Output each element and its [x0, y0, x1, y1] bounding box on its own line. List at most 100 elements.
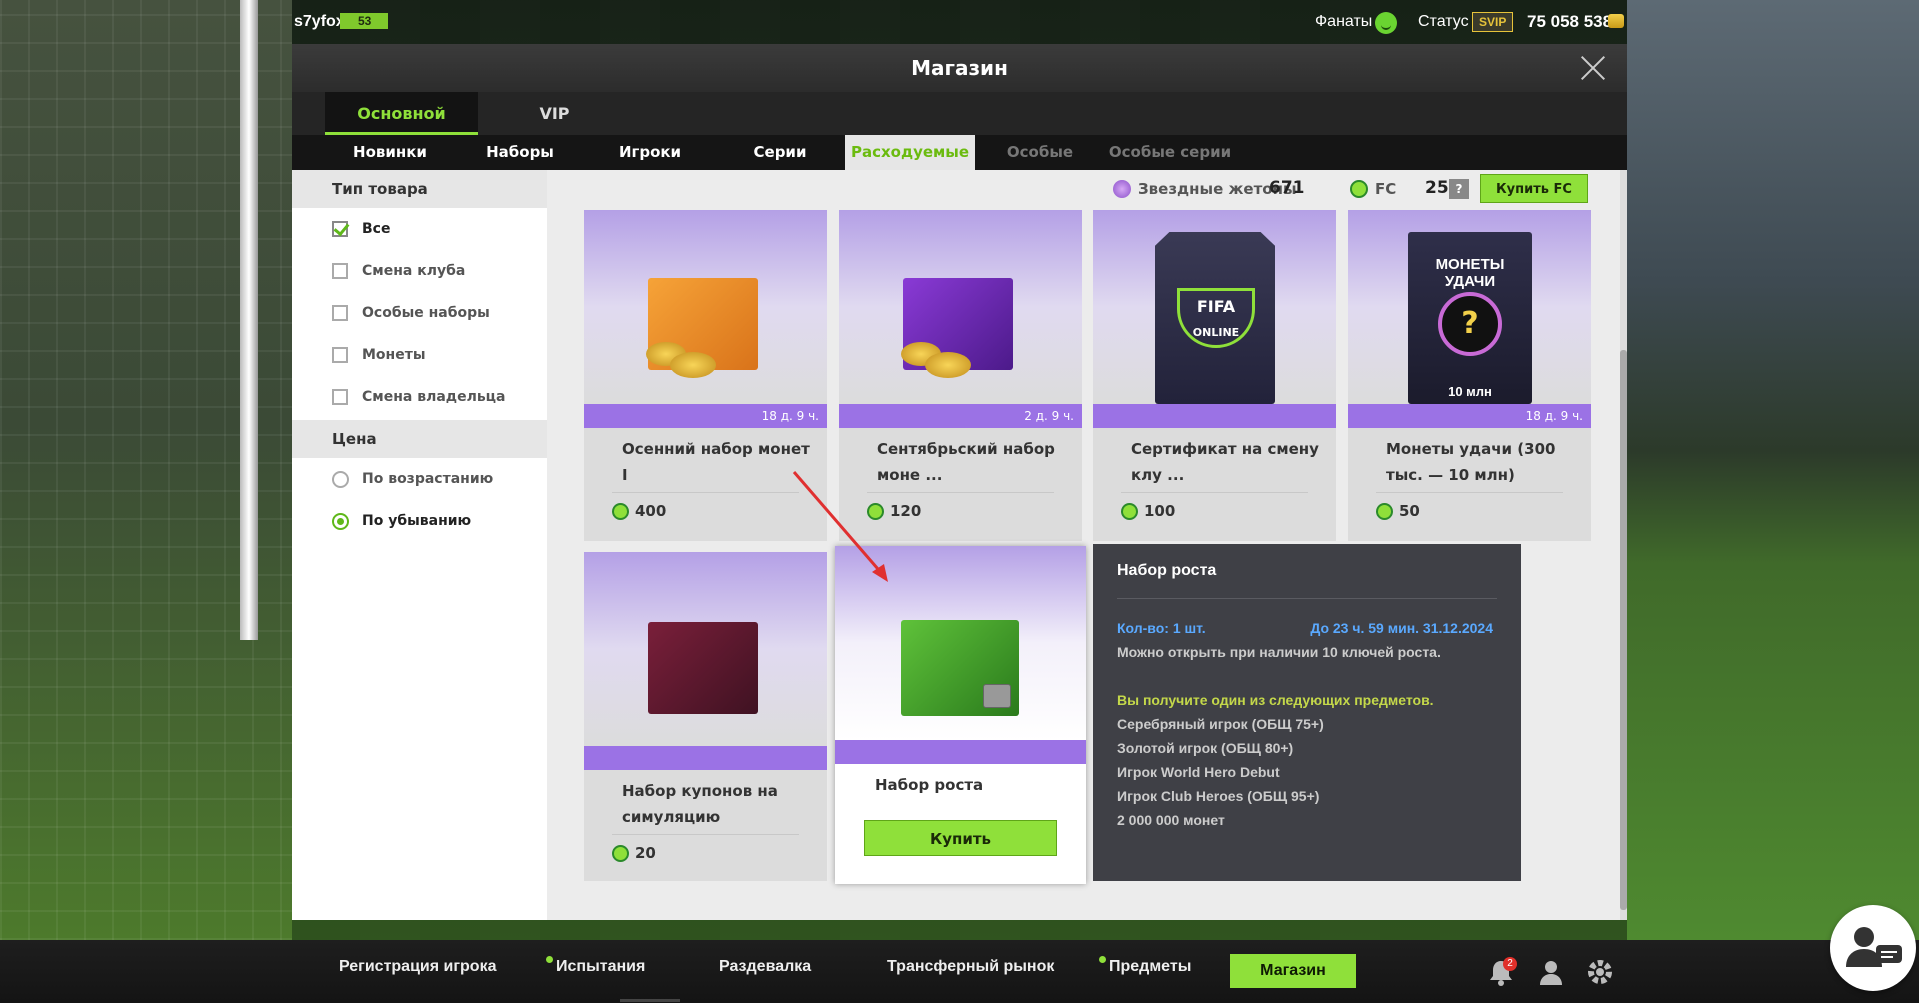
card-timer: 2 д. 9 ч.: [839, 404, 1082, 428]
tooltip-item: Игрок Club Heroes (ОБЩ 95+): [1117, 788, 1320, 804]
card-timer: [835, 740, 1086, 764]
nav-items[interactable]: Предметы: [1109, 958, 1191, 976]
support-chat-button[interactable]: [1830, 905, 1916, 991]
card-timer: [584, 746, 827, 770]
chat-support-icon: [1846, 927, 1902, 967]
filter-label: Все: [362, 221, 391, 237]
star-token-value: 671: [1269, 178, 1305, 198]
nav-transfer-market[interactable]: Трансферный рынок: [887, 958, 1054, 976]
tooltip-item: Золотой игрок (ОБЩ 80+): [1117, 740, 1294, 756]
filter-owner-change[interactable]: Смена владельца: [292, 376, 547, 418]
category-tabs: Новинки Наборы Игроки Серии Расходуемые …: [292, 135, 1627, 196]
sort-label: По убыванию: [362, 513, 472, 529]
checkbox-icon[interactable]: [332, 347, 348, 363]
tooltip-item: 2 000 000 монет: [1117, 812, 1225, 828]
sort-descending[interactable]: По убыванию: [292, 500, 547, 542]
filter-special-packs[interactable]: Особые наборы: [292, 292, 547, 334]
currency-bar: Звездные жетоны 671 FC 25 ? Купить FC: [547, 170, 1627, 208]
level-badge: 53: [340, 13, 388, 29]
pack-sublabel: 10 млн: [1448, 384, 1492, 399]
profile-icon[interactable]: [1537, 958, 1565, 986]
buy-fc-button[interactable]: Купить FC: [1480, 174, 1588, 203]
tooltip-note: Можно открыть при наличии 10 ключей рост…: [1117, 644, 1441, 660]
shop-card-luck-coins[interactable]: МОНЕТЫ УДАЧИ ? 10 млн 18 д. 9 ч. Монеты …: [1348, 210, 1591, 541]
filter-label: Особые наборы: [362, 305, 490, 321]
logo-text: FIFA: [1196, 297, 1236, 316]
question-coin-icon: ?: [1438, 292, 1502, 356]
pack-label: МОНЕТЫ УДАЧИ: [1435, 256, 1505, 290]
subtab-series[interactable]: Серии: [715, 135, 845, 170]
card-title: Сертификат на смену клу ...: [1131, 440, 1319, 484]
checkbox-icon[interactable]: [332, 263, 348, 279]
price-value: 20: [635, 844, 656, 862]
card-price: 400: [612, 502, 666, 520]
close-icon[interactable]: [1579, 54, 1607, 82]
subtab-special-items[interactable]: Особые товары: [975, 135, 1105, 196]
gear-icon[interactable]: [1586, 958, 1614, 986]
card-divider: [612, 492, 799, 493]
shop-body: Тип товара Все Смена клуба Особые наборы…: [292, 44, 1627, 920]
filter-price-heading: Цена: [292, 420, 547, 458]
radio-selected-icon[interactable]: [332, 513, 349, 530]
lock-icon: [983, 684, 1011, 708]
username: s7yfox: [294, 13, 345, 30]
filter-coins[interactable]: Монеты: [292, 334, 547, 376]
price-value: 100: [1144, 502, 1176, 520]
nav-player-registration[interactable]: Регистрация игрока: [339, 958, 496, 976]
filter-all[interactable]: Все: [292, 208, 547, 250]
nav-challenges[interactable]: Испытания: [556, 958, 645, 976]
subtab-special-series[interactable]: Особые серии: [1105, 135, 1235, 170]
card-title: Набор купонов на симуляцию: [622, 782, 778, 826]
nav-shop[interactable]: Магазин: [1230, 954, 1356, 988]
filter-label: Смена владельца: [362, 389, 506, 405]
tab-main[interactable]: Основной: [325, 92, 478, 135]
fc-icon: [1350, 180, 1368, 198]
help-button[interactable]: ?: [1449, 179, 1469, 199]
card-timer: 18 д. 9 ч.: [1348, 404, 1591, 428]
radio-icon[interactable]: [332, 471, 349, 488]
checkbox-checked-icon[interactable]: [332, 221, 348, 237]
nav-locker-room[interactable]: Раздевалка: [719, 958, 811, 976]
star-token-icon: [1113, 180, 1131, 198]
card-divider: [1376, 492, 1563, 493]
coin-stack-icon: [1608, 14, 1624, 28]
goalpost: [240, 0, 258, 640]
shop-card-sim-coupons[interactable]: Набор купонов на симуляцию 20: [584, 552, 827, 881]
card-image: FIFA ONLINE: [1093, 210, 1336, 404]
checkbox-icon[interactable]: [332, 305, 348, 321]
checkbox-icon[interactable]: [332, 389, 348, 405]
card-price: 100: [1121, 502, 1175, 520]
coins-icon: [925, 352, 971, 378]
card-timer: [1093, 404, 1336, 428]
tooltip-title: Набор роста: [1117, 562, 1217, 579]
filter-club-change[interactable]: Смена клуба: [292, 250, 547, 292]
card-price: 20: [612, 844, 656, 862]
subtab-players[interactable]: Игроки: [585, 135, 715, 170]
tooltip-expiry: До 23 ч. 59 мин. 31.12.2024: [1310, 620, 1493, 636]
scrollbar-thumb[interactable]: [1620, 350, 1627, 910]
subtab-new[interactable]: Новинки: [325, 135, 455, 170]
shop-card-club-change-cert[interactable]: FIFA ONLINE Сертификат на смену клу ... 1…: [1093, 210, 1336, 541]
bottom-nav-bar: Регистрация игрока Испытания Раздевалка …: [0, 940, 1919, 1003]
tab-vip[interactable]: VIP: [478, 92, 631, 135]
tooltip-item: Серебряный игрок (ОБЩ 75+): [1117, 716, 1324, 732]
tooltip-item: Игрок World Hero Debut: [1117, 764, 1280, 780]
stadium-background-right: [1627, 0, 1919, 940]
buy-button[interactable]: Купить: [864, 820, 1057, 856]
subtab-consumables[interactable]: Расходуемые предметы: [845, 135, 975, 196]
filter-label: Смена клуба: [362, 263, 466, 279]
red-arrow-annotation: [792, 471, 888, 582]
card-title: Монеты удачи (300 тыс. — 10 млн): [1386, 440, 1556, 484]
svip-badge: SVIP: [1472, 12, 1514, 32]
tooltip-receive: Вы получите один из следующих предметов.: [1117, 692, 1434, 708]
subtab-packs[interactable]: Наборы: [455, 135, 585, 170]
fans-label: Фанаты: [1315, 13, 1373, 30]
price-value: 50: [1399, 502, 1420, 520]
shop-card-growth-pack[interactable]: Набор роста Купить: [835, 546, 1086, 884]
fc-icon: [1376, 503, 1393, 520]
tooltip-divider: [1117, 598, 1497, 599]
main-tabs: Основной VIP: [292, 92, 1627, 135]
fc-label: FC: [1375, 180, 1397, 198]
sort-ascending[interactable]: По возрастанию: [292, 458, 547, 500]
notification-badge: 2: [1503, 957, 1517, 971]
